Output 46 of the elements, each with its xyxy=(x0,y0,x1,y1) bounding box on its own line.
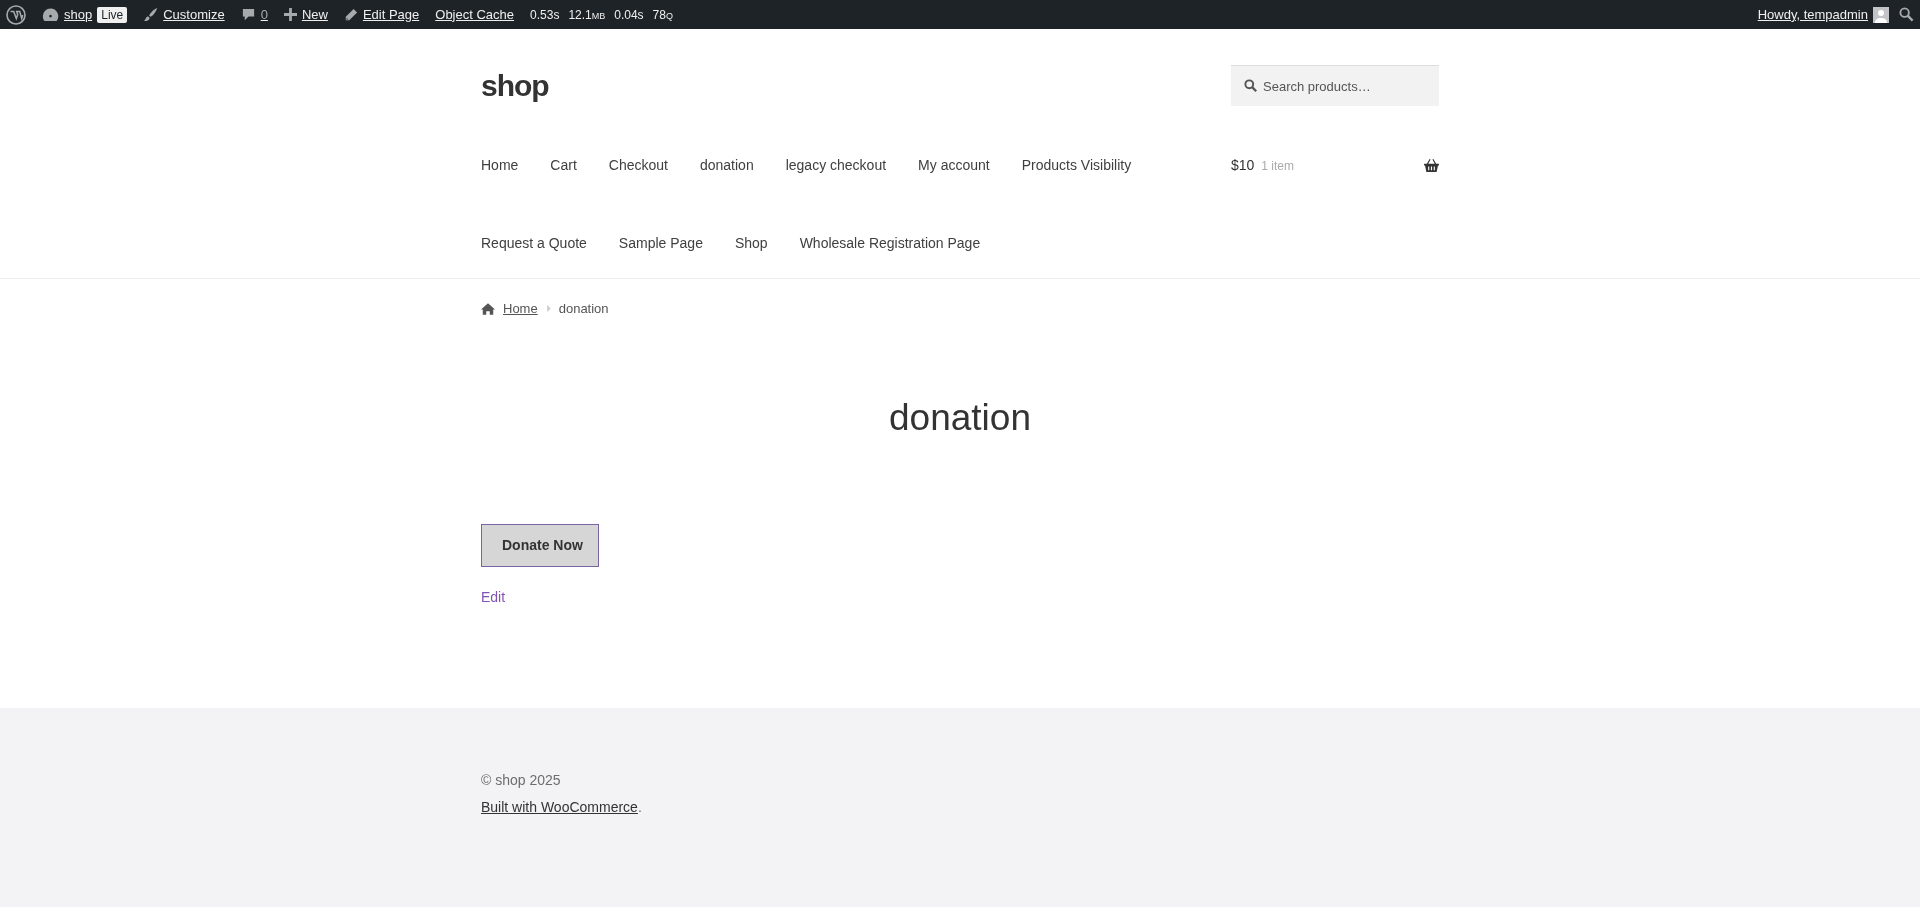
avatar-icon xyxy=(1873,6,1889,23)
query-stat[interactable]: 0.04s xyxy=(614,5,644,24)
nav-link[interactable]: Shop xyxy=(734,232,768,254)
copyright-text: © shop 2025 xyxy=(481,771,562,790)
cart-summary-link[interactable]: $10 1 item xyxy=(1231,138,1439,192)
footer-credit: Built with WooCommerce. xyxy=(481,798,643,817)
nav-link[interactable]: My account xyxy=(918,154,990,176)
query-stat[interactable]: 0.53s xyxy=(530,5,560,24)
edit-link[interactable]: Edit xyxy=(481,586,506,608)
nav-link[interactable]: Wholesale Registration Page xyxy=(799,232,981,254)
page-title: donation xyxy=(888,395,1032,440)
nav-link[interactable]: Checkout xyxy=(608,154,668,176)
edit-page-link[interactable]: Edit Page xyxy=(343,4,420,25)
account-link[interactable]: Howdy, tempadmin xyxy=(1757,4,1889,25)
query-stat[interactable]: 12.1MB xyxy=(568,5,606,24)
nav-link[interactable]: Products Visibility xyxy=(1021,154,1132,176)
search-icon[interactable] xyxy=(1899,7,1914,22)
pencil-icon xyxy=(343,7,358,22)
plus-icon xyxy=(283,8,297,21)
breadcrumb-link[interactable]: Home xyxy=(503,299,538,319)
comments-link[interactable]: 0 xyxy=(240,4,268,25)
cart-count: 1 item xyxy=(1261,158,1295,173)
home-icon xyxy=(481,302,495,315)
new-link[interactable]: New xyxy=(283,4,328,25)
object-cache-link[interactable]: Object Cache xyxy=(435,4,515,25)
live-badge: Live xyxy=(97,6,128,23)
donate-button[interactable]: Donate Now xyxy=(481,523,599,567)
nav-link[interactable]: Sample Page xyxy=(618,232,703,254)
speech-bubble-icon xyxy=(240,7,256,22)
chevron-icon xyxy=(545,305,551,313)
woocommerce-link[interactable]: Built with WooCommerce xyxy=(481,799,638,815)
brush-icon xyxy=(143,7,159,22)
cart-amount: $10 xyxy=(1231,156,1255,173)
nav-link[interactable]: Cart xyxy=(550,154,577,176)
wordpress-logo-icon[interactable] xyxy=(6,4,26,25)
customize-link[interactable]: Customize xyxy=(143,4,225,25)
search-field[interactable]: Search products… xyxy=(1231,65,1439,106)
site-link[interactable]: shop Live xyxy=(42,4,128,25)
basket-icon xyxy=(1424,158,1439,172)
nav-link[interactable]: Request a Quote xyxy=(481,232,587,254)
query-stat[interactable]: 78Q xyxy=(652,5,673,24)
nav-link[interactable]: legacy checkout xyxy=(785,154,887,176)
nav-link[interactable]: donation xyxy=(699,154,754,176)
nav-link[interactable]: Home xyxy=(481,154,519,176)
breadcrumb-current: donation xyxy=(558,300,609,318)
site-title[interactable]: shop xyxy=(481,68,549,104)
